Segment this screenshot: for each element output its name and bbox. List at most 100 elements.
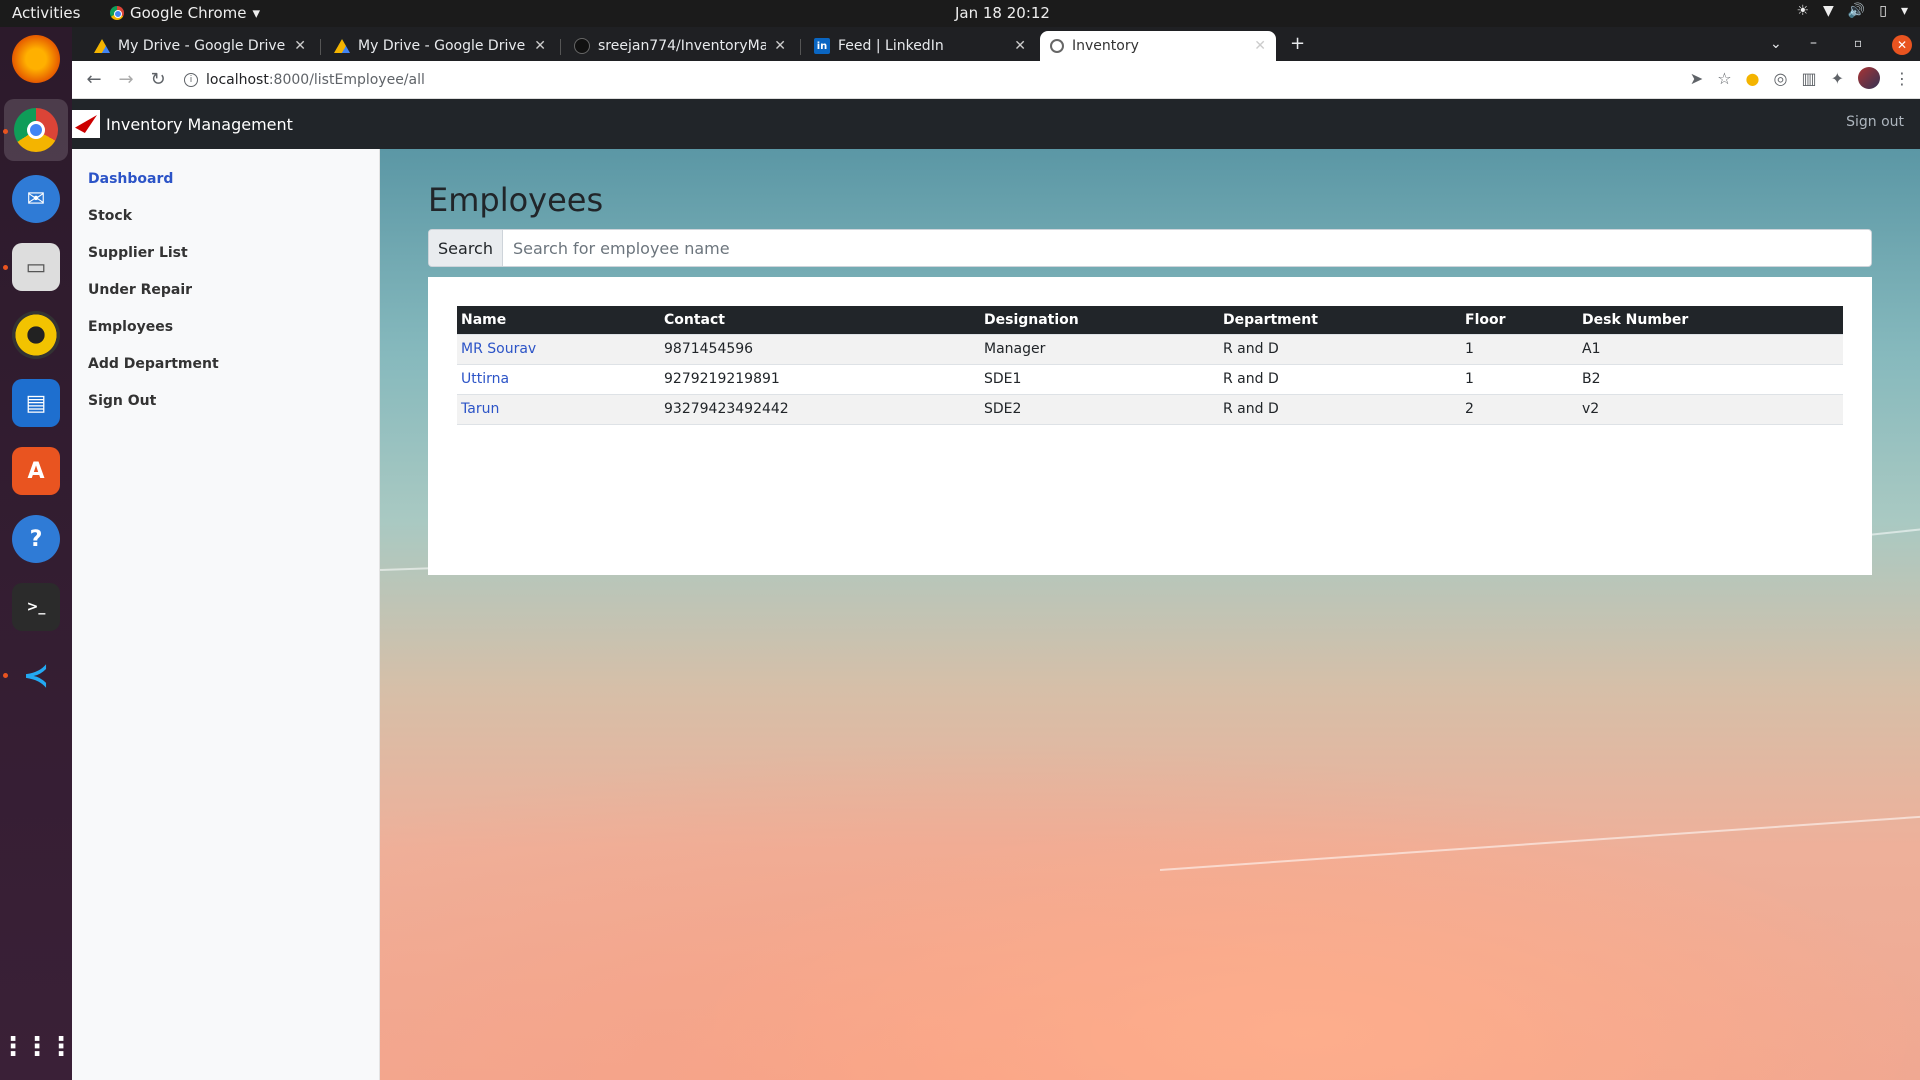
signout-link[interactable]: Sign out xyxy=(1846,114,1904,130)
files-icon[interactable]: ▭ xyxy=(12,243,60,291)
extension-icon[interactable]: ● xyxy=(1746,69,1760,88)
activities-button[interactable]: Activities xyxy=(12,4,80,22)
tab-separator xyxy=(800,39,801,55)
main-content: Employees Search Name Contact Designatio… xyxy=(380,149,1920,1080)
employee-name-link[interactable]: Tarun xyxy=(461,401,499,417)
web-page: Inventory Management Sign out Dashboard … xyxy=(72,99,1920,1080)
employee-name-link[interactable]: Uttirna xyxy=(461,371,509,387)
employee-name-cell: Uttirna xyxy=(457,363,660,394)
system-tray[interactable]: ☀ ▼ 🔊 ▯ ▾ xyxy=(1796,3,1908,19)
running-indicator xyxy=(3,265,8,270)
forward-icon[interactable]: → xyxy=(110,64,142,96)
minimize-icon[interactable]: – xyxy=(1810,35,1817,51)
column-header-desk-number[interactable]: Desk Number xyxy=(1578,306,1843,334)
employee-name-link[interactable]: MR Sourav xyxy=(461,341,536,357)
send-icon[interactable]: ➤ xyxy=(1690,69,1703,88)
site-info-icon[interactable]: i xyxy=(184,72,198,87)
brand[interactable]: Inventory Management xyxy=(72,99,293,149)
column-header-name[interactable]: Name xyxy=(457,306,660,334)
firefox-icon[interactable] xyxy=(12,35,60,83)
employee-name-cell: Tarun xyxy=(457,393,660,425)
sidebar-item-under-repair[interactable]: Under Repair xyxy=(88,282,192,298)
bookmark-star-icon[interactable]: ☆ xyxy=(1717,69,1731,88)
tab-google-drive-2[interactable]: My Drive - Google Drive ✕ xyxy=(324,31,556,61)
contact-cell: 9871454596 xyxy=(660,333,980,364)
contact-cell: 9279219219891 xyxy=(660,363,980,394)
floor-cell: 1 xyxy=(1461,363,1578,394)
writer-icon[interactable]: ▤ xyxy=(12,379,60,427)
browser-toolbar: ← → ↻ i localhost:8000/listEmployee/all … xyxy=(72,61,1920,99)
tab-inventory[interactable]: Inventory ✕ xyxy=(1040,31,1276,61)
system-clock[interactable]: Jan 18 20:12 xyxy=(955,4,1050,22)
reload-icon[interactable]: ↻ xyxy=(142,64,174,96)
tab-search-icon[interactable]: ⌄ xyxy=(1770,36,1782,52)
search-input[interactable] xyxy=(503,230,1871,266)
volume-icon: 🔊 xyxy=(1847,3,1866,19)
chrome-dock-item[interactable] xyxy=(4,99,68,161)
desk-number-cell: B2 xyxy=(1578,363,1843,394)
tab-title: Feed | LinkedIn xyxy=(838,38,944,54)
table-header-row: Name Contact Designation Department Floo… xyxy=(457,306,1843,334)
rhythmbox-icon[interactable] xyxy=(12,311,60,359)
running-indicator xyxy=(3,129,8,134)
sidebar-item-dashboard[interactable]: Dashboard xyxy=(88,171,173,187)
department-cell: R and D xyxy=(1219,333,1461,364)
sidebar-item-stock[interactable]: Stock xyxy=(88,208,132,224)
app-navbar: Inventory Management Sign out xyxy=(72,99,1920,149)
puzzle-icon[interactable]: ✦ xyxy=(1831,69,1844,88)
sidebar-item-supplier-list[interactable]: Supplier List xyxy=(88,245,188,261)
sidebar-item-employees[interactable]: Employees xyxy=(88,319,173,335)
floor-cell: 2 xyxy=(1461,393,1578,425)
url-path: :8000/listEmployee/all xyxy=(268,71,425,88)
terminal-icon[interactable]: >_ xyxy=(12,583,60,631)
tab-google-drive-1[interactable]: My Drive - Google Drive ✕ xyxy=(84,31,316,61)
designation-cell: SDE2 xyxy=(980,393,1219,425)
kebab-menu-icon[interactable]: ⋮ xyxy=(1894,69,1910,88)
column-header-contact[interactable]: Contact xyxy=(660,306,980,334)
address-bar[interactable]: i localhost:8000/listEmployee/all xyxy=(184,66,1564,94)
close-tab-icon[interactable]: ✕ xyxy=(294,38,306,54)
close-tab-icon[interactable]: ✕ xyxy=(774,38,786,54)
linkedin-icon: in xyxy=(814,38,830,54)
column-header-floor[interactable]: Floor xyxy=(1461,306,1578,334)
software-store-icon[interactable]: A xyxy=(12,447,60,495)
new-tab-icon[interactable]: + xyxy=(1290,33,1305,54)
tab-separator xyxy=(560,39,561,55)
designation-cell: SDE1 xyxy=(980,363,1219,394)
desk-number-cell: v2 xyxy=(1578,393,1843,425)
sidebar-item-sign-out[interactable]: Sign Out xyxy=(88,393,156,409)
close-tab-icon[interactable]: ✕ xyxy=(534,38,546,54)
designation-cell: Manager xyxy=(980,333,1219,364)
show-apps-icon[interactable]: ⋮⋮⋮ xyxy=(0,1023,74,1071)
tab-linkedin[interactable]: in Feed | LinkedIn ✕ xyxy=(804,31,1036,61)
profile-avatar[interactable] xyxy=(1858,67,1880,89)
column-header-department[interactable]: Department xyxy=(1219,306,1461,334)
battery-icon: ▯ xyxy=(1879,3,1887,19)
thunderbird-icon[interactable]: ✉ xyxy=(12,175,60,223)
help-icon[interactable]: ? xyxy=(12,515,60,563)
column-header-designation[interactable]: Designation xyxy=(980,306,1219,334)
chrome-icon xyxy=(110,6,124,20)
maximize-icon[interactable]: ▫ xyxy=(1854,36,1862,50)
running-indicator xyxy=(3,673,8,678)
window-close-icon[interactable]: ✕ xyxy=(1892,35,1912,55)
extension-icon[interactable]: ▥ xyxy=(1801,69,1816,88)
browser-window: My Drive - Google Drive ✕ My Drive - Goo… xyxy=(72,27,1920,1080)
wifi-icon: ▼ xyxy=(1823,3,1834,19)
search-label: Search xyxy=(429,230,503,266)
close-tab-icon[interactable]: ✕ xyxy=(1014,38,1026,54)
close-tab-icon[interactable]: ✕ xyxy=(1254,38,1266,54)
vscode-icon[interactable]: ≺ xyxy=(12,651,60,699)
ubuntu-dock: ✉ ▭ ▤ A ? >_ ≺ ⋮⋮⋮ xyxy=(0,27,74,1080)
tab-github[interactable]: sreejan774/InventoryMan ✕ xyxy=(564,31,796,61)
back-icon[interactable]: ← xyxy=(78,64,110,96)
system-top-bar: Activities Google Chrome ▾ Jan 18 20:12 … xyxy=(0,0,1920,27)
chrome-icon xyxy=(14,108,58,152)
brand-title: Inventory Management xyxy=(106,114,293,134)
tab-title: My Drive - Google Drive xyxy=(358,38,526,54)
sidebar-item-add-department[interactable]: Add Department xyxy=(88,356,219,372)
app-menu[interactable]: Google Chrome ▾ xyxy=(110,4,260,22)
extension-icon[interactable]: ◎ xyxy=(1774,69,1788,88)
caret-down-icon: ▾ xyxy=(252,4,261,22)
page-title: Employees xyxy=(428,181,604,219)
